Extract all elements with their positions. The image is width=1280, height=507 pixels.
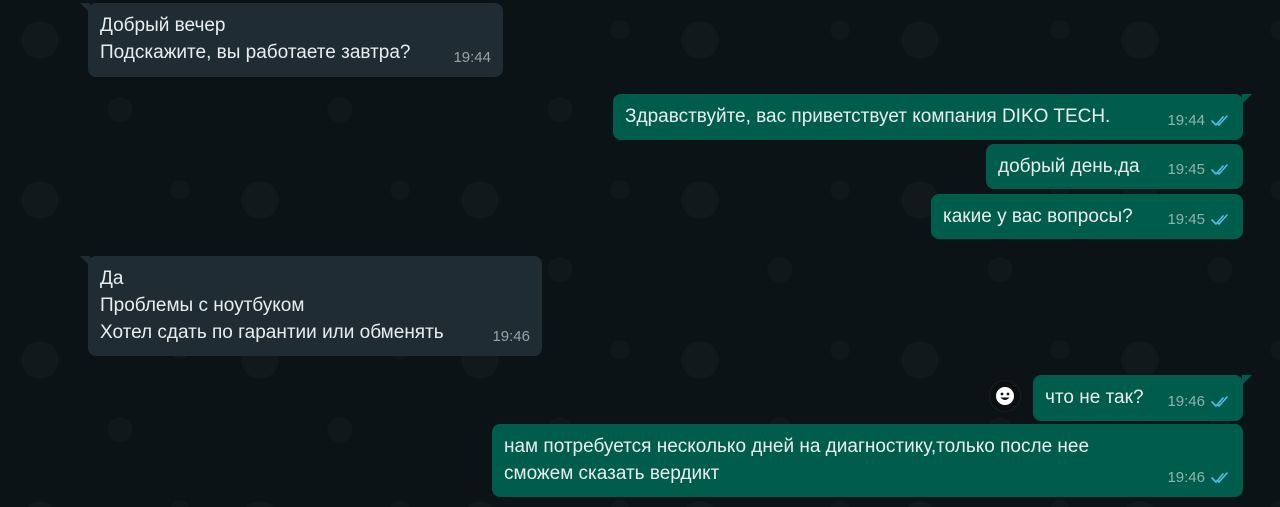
message-meta: 19:44	[453, 44, 491, 71]
message-meta: 19:45	[1167, 206, 1231, 233]
message-time: 19:46	[492, 328, 530, 345]
double-check-icon	[1211, 395, 1228, 407]
message-text: добрый день,да	[998, 156, 1140, 177]
message-time: 19:44	[1167, 112, 1205, 129]
smiley-face-icon	[996, 387, 1014, 405]
message-meta: 19:46	[1167, 388, 1231, 415]
message-outgoing[interactable]: что не так? 19:46	[1033, 375, 1252, 421]
double-check-icon	[1211, 163, 1228, 175]
message-time: 19:46	[1167, 393, 1205, 410]
message-time: 19:46	[1167, 469, 1205, 486]
message-text: Добрый вечер Подскажите, вы работаете за…	[100, 15, 411, 63]
double-check-icon	[1211, 213, 1228, 225]
message-time: 19:44	[453, 49, 491, 66]
message-text: нам потребуется несколько дней на диагно…	[504, 436, 1090, 484]
message-incoming[interactable]: Добрый вечер Подскажите, вы работаете за…	[80, 3, 503, 77]
message-meta: 19:45	[1167, 156, 1231, 183]
message-text: какие у вас вопросы?	[943, 206, 1133, 227]
message-outgoing[interactable]: Здравствуйте, вас приветствует компания …	[613, 94, 1252, 140]
message-outgoing[interactable]: нам потребуется несколько дней на диагно…	[492, 424, 1243, 497]
message-outgoing[interactable]: какие у вас вопросы? 19:45	[931, 194, 1243, 239]
message-meta: 19:44	[1167, 107, 1231, 134]
message-text: Да Проблемы с ноутбуком Хотел сдать по г…	[100, 268, 444, 343]
reaction-button[interactable]	[990, 381, 1020, 411]
message-text: Здравствуйте, вас приветствует компания …	[625, 106, 1111, 127]
message-text: что не так?	[1045, 387, 1144, 408]
double-check-icon	[1211, 114, 1228, 126]
double-check-icon	[1211, 471, 1228, 483]
message-incoming[interactable]: Да Проблемы с ноутбуком Хотел сдать по г…	[80, 256, 542, 356]
message-outgoing[interactable]: добрый день,да 19:45	[986, 144, 1243, 189]
message-time: 19:45	[1167, 211, 1205, 228]
chat-area: Добрый вечер Подскажите, вы работаете за…	[0, 0, 1280, 507]
message-meta: 19:46	[492, 323, 530, 350]
message-time: 19:45	[1167, 161, 1205, 178]
message-meta: 19:46	[1167, 464, 1231, 491]
